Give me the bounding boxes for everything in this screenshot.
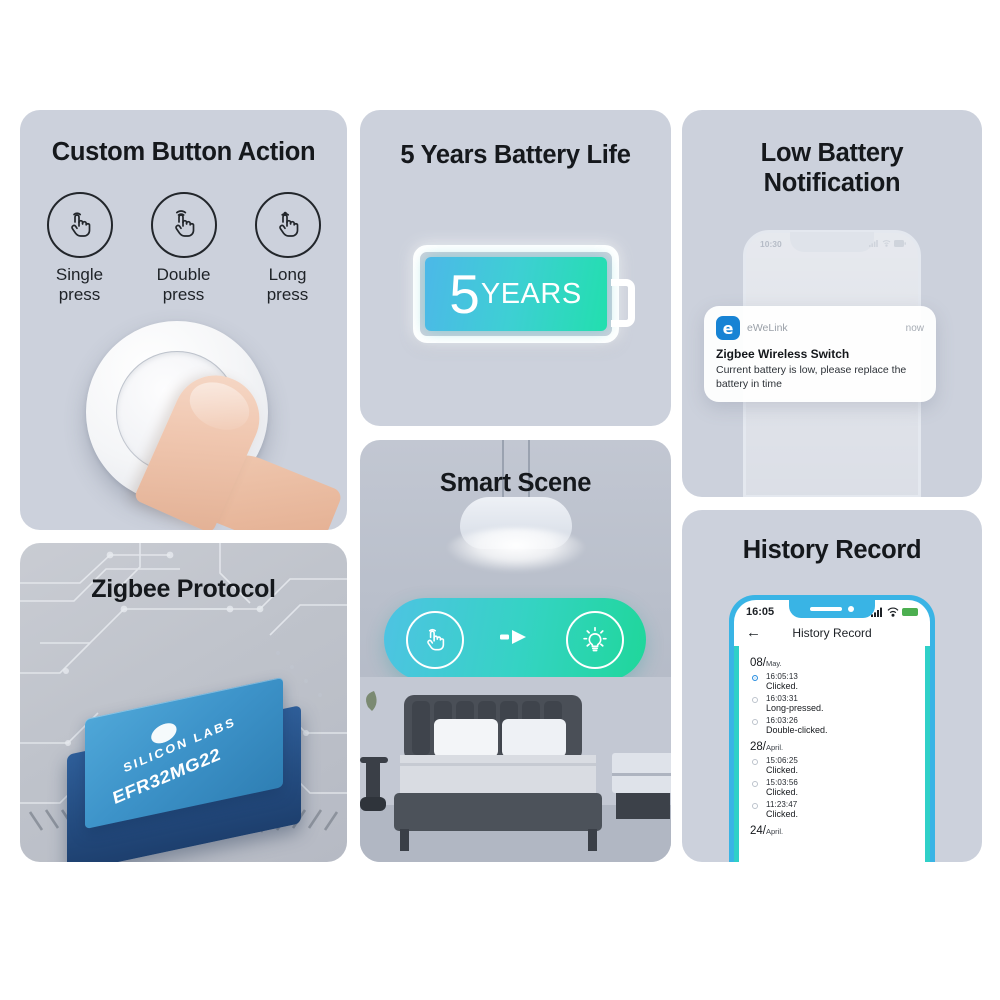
panel-title-low-battery: Low Battery Notification: [760, 139, 904, 198]
battery-icon: 5 YEARS: [412, 245, 635, 343]
press-action-double-label: Double press: [156, 265, 211, 305]
history-date-header: 24/April.: [750, 825, 784, 837]
long-press-icon: [254, 192, 321, 258]
history-entry-action: Clicked.: [766, 681, 799, 691]
wifi-icon: [887, 607, 899, 617]
history-entry-dot: [752, 719, 758, 725]
history-entry-action: Clicked.: [766, 809, 799, 819]
ewelink-app-icon: e: [716, 316, 740, 340]
panel-title-smart-scene: Smart Scene: [439, 469, 592, 497]
panel-low-battery-notification: Low Battery Notification 10:30 e eWeLink…: [682, 110, 982, 497]
history-entry-dot: [752, 697, 758, 703]
panel-title-zigbee-protocol: Zigbee Protocol: [91, 575, 276, 603]
history-entry-action: Clicked.: [766, 765, 799, 775]
history-date-header: 08/May.: [750, 657, 782, 669]
press-actions-row: Single press Double press Long press: [20, 192, 347, 305]
zigbee-chip: SILICON LABS EFR32MG22: [59, 676, 309, 862]
arrow-right-icon: [498, 627, 532, 652]
wifi-icon: [882, 240, 891, 247]
history-entry[interactable]: 11:23:47 Clicked.: [750, 800, 930, 819]
signal-icon: [869, 240, 878, 247]
panel-title-history-record: History Record: [742, 536, 922, 564]
history-entry-time: 16:03:31: [766, 694, 798, 703]
panel-zigbee-protocol: Zigbee Protocol SILICON LABS EFR32MG22: [20, 543, 347, 862]
history-rail-left: [734, 646, 739, 862]
history-entry-time: 16:05:13: [766, 672, 798, 681]
history-entry-action: Long-pressed.: [766, 703, 824, 713]
history-entry[interactable]: 16:03:26 Double-clicked.: [750, 716, 930, 735]
history-entry-time: 16:03:26: [766, 716, 798, 725]
battery-years-number: 5: [449, 262, 480, 325]
single-tap-icon: [46, 192, 113, 258]
history-entry[interactable]: 16:03:31 Long-pressed.: [750, 694, 930, 713]
history-entry-dot: [752, 781, 758, 787]
phone-status-icons: [869, 239, 906, 247]
press-action-double: Double press: [146, 192, 222, 305]
panel-history-record: History Record 16:05 ← History Record 08…: [682, 510, 982, 862]
notification-card[interactable]: e eWeLink now Zigbee Wireless Switch Cur…: [704, 306, 936, 402]
history-entry-action: Double-clicked.: [766, 725, 828, 735]
history-phone-mockup: 16:05 ← History Record 08/May. 16:05:13 …: [729, 595, 935, 862]
history-date-header: 28/April.: [750, 741, 784, 753]
battery-fill: 5 YEARS: [424, 257, 607, 331]
press-action-long: Long press: [250, 192, 326, 305]
phone-notch: [790, 232, 874, 252]
history-entry-time: 11:23:47: [766, 800, 798, 809]
light-bulb-icon: [566, 610, 624, 669]
history-phone-screen: 16:05 ← History Record 08/May. 16:05:13 …: [734, 600, 930, 862]
infographic-canvas: Custom Button Action Single press Double…: [0, 0, 1000, 1000]
front-camera: [848, 606, 854, 612]
notification-header: e eWeLink now: [716, 316, 924, 340]
history-entry-action: Clicked.: [766, 787, 799, 797]
tap-hand-icon: [406, 610, 464, 669]
history-entry-dot: [752, 759, 758, 765]
history-entry[interactable]: 16:05:13 Clicked.: [750, 672, 930, 691]
battery-full-icon: [902, 608, 918, 616]
panel-smart-scene: Smart Scene: [360, 440, 671, 862]
lamp-glow: [445, 528, 586, 572]
notification-body: Current battery is low, please replace t…: [716, 364, 907, 391]
press-action-long-label: Long press: [266, 265, 309, 305]
earpiece-speaker: [810, 607, 842, 611]
history-entry[interactable]: 15:03:56 Clicked.: [750, 778, 930, 797]
history-entry-time: 15:06:25: [766, 756, 798, 765]
notification-app-name: eWeLink: [747, 322, 788, 334]
double-tap-icon: [150, 192, 217, 258]
notification-timestamp: now: [905, 322, 924, 334]
press-action-single: Single press: [42, 192, 118, 305]
history-phone-notch: [789, 600, 875, 618]
press-action-single-label: Single press: [55, 265, 104, 305]
notification-title: Zigbee Wireless Switch: [716, 347, 850, 361]
history-nav-title: History Record: [792, 625, 872, 640]
history-entries-list[interactable]: 08/May. 16:05:13 Clicked. 16:03:31 Long-…: [734, 647, 930, 837]
bedroom-photo: [360, 677, 671, 862]
history-nav-bar: ← History Record: [734, 620, 930, 647]
smart-scene-flow: [384, 598, 646, 681]
history-status-icons: [871, 607, 918, 617]
panel-title-custom-button-action: Custom Button Action: [51, 138, 316, 166]
panel-title-battery-life: 5 Years Battery Life: [400, 141, 631, 169]
history-entry-dot: [752, 675, 758, 681]
history-status-time: 16:05: [746, 606, 775, 618]
history-entry[interactable]: 15:06:25 Clicked.: [750, 756, 930, 775]
phone-status-time: 10:30: [760, 239, 782, 249]
panel-battery-life: 5 Years Battery Life 5 YEARS: [360, 110, 671, 426]
wireless-switch-photo: [64, 315, 344, 530]
history-entry-time: 15:03:56: [766, 778, 798, 787]
history-entry-dot: [752, 803, 758, 809]
panel-custom-button-action: Custom Button Action Single press Double…: [20, 110, 347, 530]
battery-icon: [894, 239, 906, 247]
battery-years-unit: YEARS: [480, 277, 582, 310]
